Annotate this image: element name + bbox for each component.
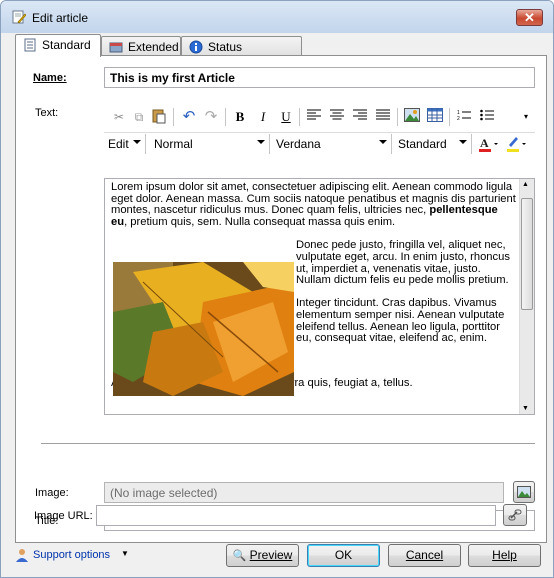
standard-tab-panel: Name: This is my first Article Text: ✂ ⧉… xyxy=(15,55,547,543)
cancel-label: Cancel xyxy=(405,548,444,562)
editor-scrollbar[interactable]: ▲ ▼ xyxy=(519,179,534,414)
align-right-icon[interactable] xyxy=(351,108,369,126)
font-size-select[interactable]: Standard xyxy=(394,134,472,154)
ok-button[interactable]: OK xyxy=(307,544,380,567)
editor-paragraph-3: Integer tincidunt. Cras dapibus. Vivamus… xyxy=(296,297,505,345)
italic-button[interactable]: I xyxy=(254,108,272,126)
window-title: Edit article xyxy=(32,11,89,25)
rich-text-editor[interactable]: Lorem ipsum dolor sit amet, consectetuer… xyxy=(104,178,535,415)
style-value: Normal xyxy=(154,137,193,151)
separator xyxy=(299,108,300,126)
dialog-body: Standard Extended Status information Nam… xyxy=(8,33,547,571)
editor-paragraph-1: Lorem ipsum dolor sit amet, consectetuer… xyxy=(111,181,517,228)
redo-icon[interactable]: ↷ xyxy=(202,108,220,126)
edit-document-icon xyxy=(12,10,26,24)
insert-table-icon[interactable] xyxy=(426,108,444,126)
image-url-field[interactable] xyxy=(96,505,496,526)
copy-icon[interactable]: ⧉ xyxy=(130,108,148,126)
tab-extended-label: Extended xyxy=(128,40,179,54)
help-label: Help xyxy=(492,548,517,562)
text-label: Text: xyxy=(35,107,59,119)
separator xyxy=(225,108,226,126)
font-family-select[interactable]: Verdana xyxy=(272,134,392,154)
magnifier-icon: 🔍 xyxy=(232,550,247,562)
user-icon xyxy=(16,549,28,562)
text-color-icon[interactable]: A xyxy=(478,135,500,153)
separator xyxy=(449,108,450,126)
tab-status-information[interactable]: Status information xyxy=(181,36,302,68)
tab-extended[interactable]: Extended xyxy=(101,36,181,56)
link-icon xyxy=(508,509,522,521)
insert-image-icon[interactable] xyxy=(403,108,421,126)
separator xyxy=(173,108,174,126)
separator xyxy=(397,108,398,126)
autumn-leaf-image xyxy=(113,262,294,396)
underline-button[interactable]: U xyxy=(277,108,295,126)
paste-icon[interactable] xyxy=(150,108,168,126)
align-center-icon[interactable] xyxy=(328,108,346,126)
divider xyxy=(41,443,535,444)
support-options-label: Support options xyxy=(33,549,111,561)
edit-article-window: Edit article ✕ Standard Extended Status … xyxy=(0,0,554,578)
highlight-color-icon[interactable] xyxy=(506,135,528,153)
size-value: Standard xyxy=(398,137,447,151)
undo-icon[interactable]: ↶ xyxy=(180,108,198,126)
link-button[interactable] xyxy=(503,504,527,526)
scroll-thumb[interactable] xyxy=(521,198,533,310)
editor-toolbar-bottom: Edit Normal Verdana Standard A xyxy=(104,132,535,154)
preview-button[interactable]: 🔍 Preview xyxy=(226,544,299,567)
editor-side-text: Donec pede justo, fringilla vel, aliquet… xyxy=(296,240,514,344)
toolbar-overflow-icon[interactable]: ▾ xyxy=(520,108,532,126)
select-image-button[interactable] xyxy=(513,481,535,503)
bullet-list-icon[interactable] xyxy=(478,108,496,126)
align-left-icon[interactable] xyxy=(305,108,323,126)
preview-label: Preview xyxy=(249,548,293,562)
name-field[interactable]: This is my first Article xyxy=(104,67,535,88)
cancel-button[interactable]: Cancel xyxy=(388,544,461,567)
chevron-down-icon: ▼ xyxy=(121,549,129,558)
justify-icon[interactable] xyxy=(374,108,392,126)
tab-standard-label: Standard xyxy=(42,38,91,52)
close-button[interactable]: ✕ xyxy=(516,9,543,26)
cut-icon[interactable]: ✂ xyxy=(110,108,128,126)
edit-menu-dropdown[interactable]: Edit xyxy=(104,134,146,154)
title-bar[interactable]: Edit article ✕ xyxy=(1,1,553,33)
image-label: Image: xyxy=(35,487,69,499)
editor-toolbar-top: ✂ ⧉ ↶ ↷ B I U 12 ▾ xyxy=(104,106,535,128)
info-icon xyxy=(189,40,203,54)
image-url-label: Image URL: xyxy=(34,510,93,522)
name-label: Name: xyxy=(33,72,67,84)
tab-standard[interactable]: Standard xyxy=(15,34,101,57)
edit-menu-label: Edit xyxy=(108,137,129,151)
editor-text: , pretium quis, sem. Nulla consequat mas… xyxy=(124,215,396,228)
help-button[interactable]: Help xyxy=(468,544,541,567)
font-value: Verdana xyxy=(276,137,321,151)
document-icon xyxy=(24,38,36,52)
image-field: (No image selected) xyxy=(104,482,504,503)
scroll-down-icon[interactable]: ▼ xyxy=(522,405,529,412)
editor-paragraph-2: Donec pede justo, fringilla vel, aliquet… xyxy=(296,239,510,287)
svg-text:A: A xyxy=(480,136,489,150)
box-icon xyxy=(109,42,123,53)
image-picker-icon xyxy=(517,486,531,498)
svg-text:2: 2 xyxy=(457,116,460,121)
scroll-up-icon[interactable]: ▲ xyxy=(522,181,529,188)
numbered-list-icon[interactable]: 12 xyxy=(455,108,473,126)
bold-button[interactable]: B xyxy=(231,108,249,126)
paragraph-style-select[interactable]: Normal xyxy=(150,134,270,154)
